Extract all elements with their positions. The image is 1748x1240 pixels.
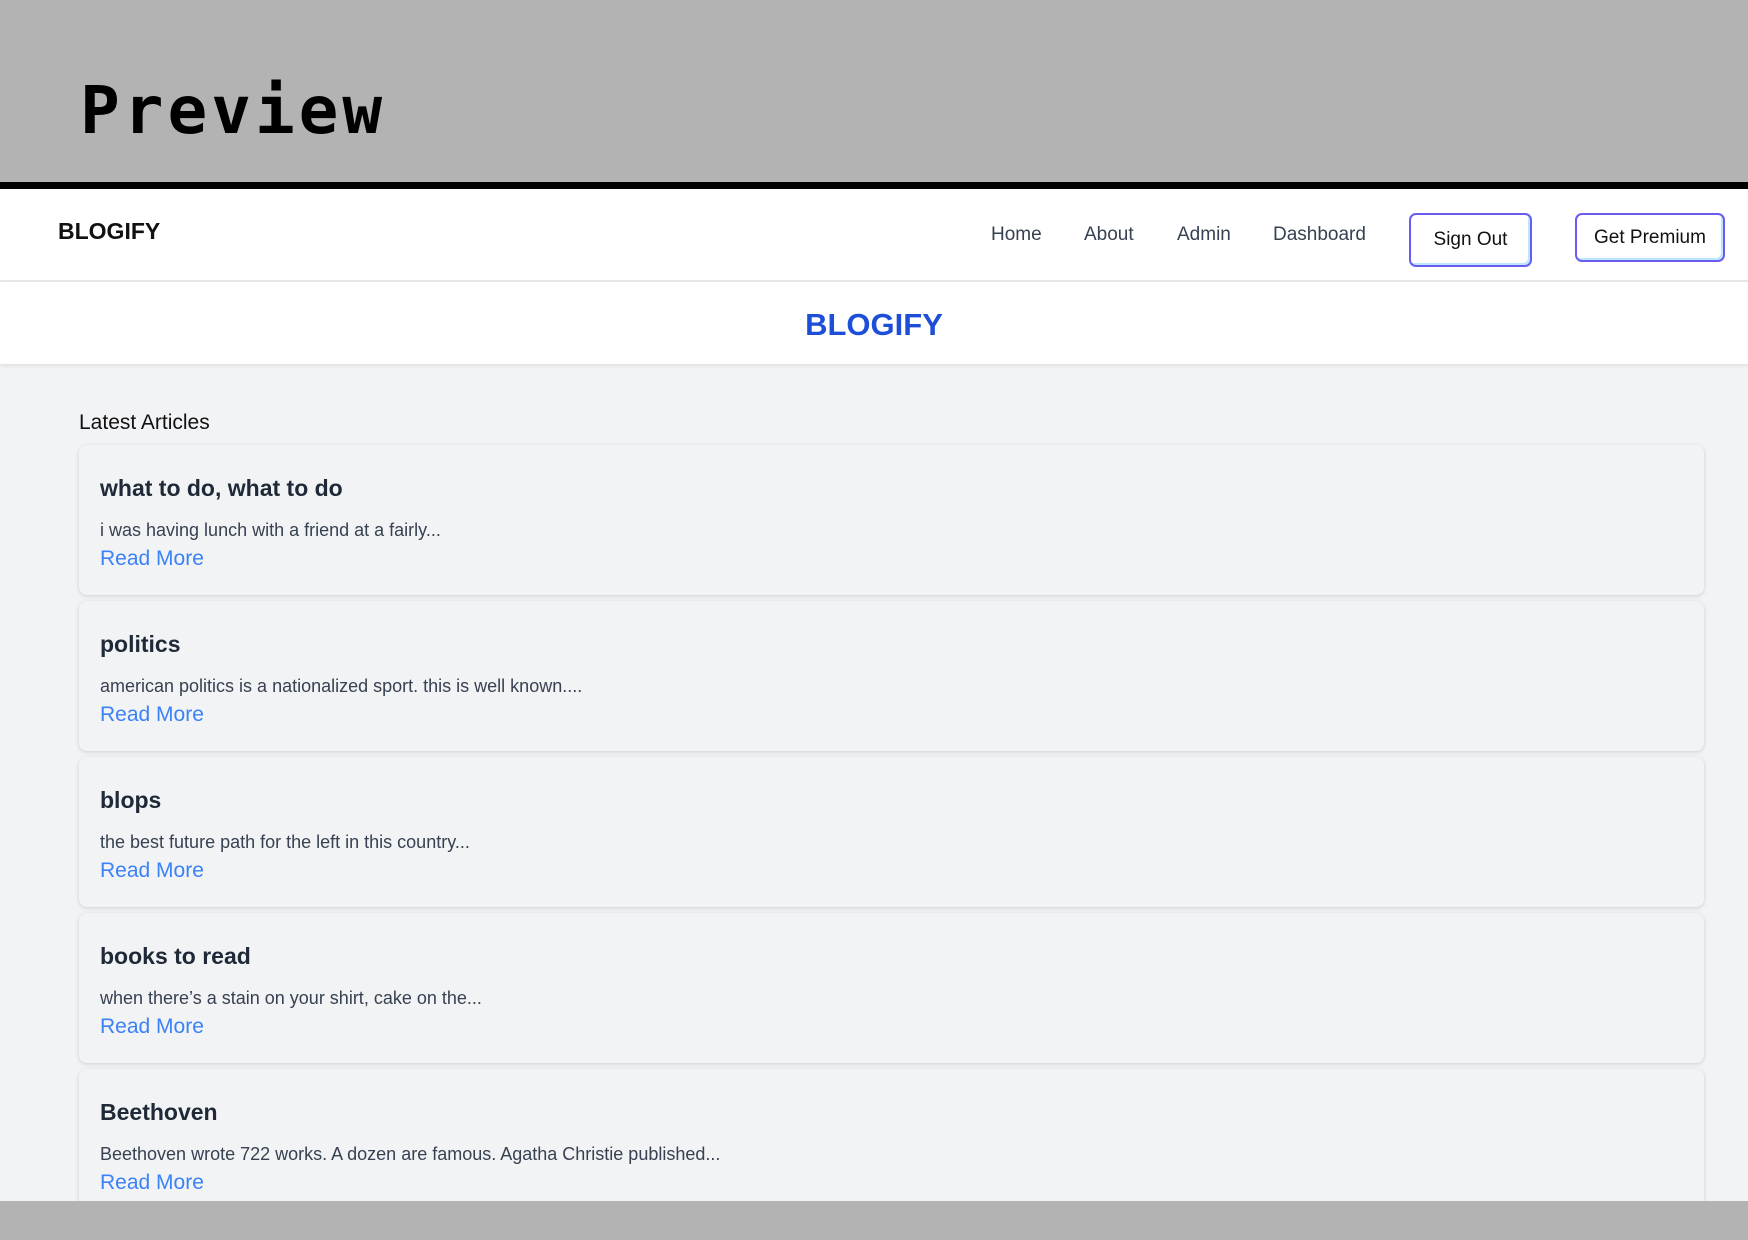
- nav-link-dashboard[interactable]: Dashboard: [1273, 225, 1366, 244]
- brand-logo[interactable]: BLOGIFY: [58, 218, 160, 245]
- article-card: what to do, what to do i was having lunc…: [79, 445, 1704, 595]
- read-more-link[interactable]: Read More: [100, 1015, 204, 1039]
- article-excerpt: american politics is a nationalized spor…: [100, 675, 583, 696]
- read-more-link[interactable]: Read More: [100, 547, 204, 571]
- nav-link-home[interactable]: Home: [991, 225, 1042, 244]
- article-excerpt: Beethoven wrote 722 works. A dozen are f…: [100, 1143, 721, 1164]
- read-more-link[interactable]: Read More: [100, 1171, 204, 1195]
- sign-out-button[interactable]: Sign Out: [1409, 213, 1532, 267]
- article-title: books to read: [100, 943, 251, 969]
- get-premium-button[interactable]: Get Premium: [1575, 213, 1725, 262]
- navbar: BLOGIFY Home About Admin Dashboard Sign …: [0, 189, 1748, 282]
- article-card: Beethoven Beethoven wrote 722 works. A d…: [79, 1069, 1704, 1201]
- read-more-link[interactable]: Read More: [100, 859, 204, 883]
- read-more-link[interactable]: Read More: [100, 703, 204, 727]
- nav-link-about[interactable]: About: [1084, 225, 1134, 244]
- nav-link-admin[interactable]: Admin: [1177, 225, 1231, 244]
- article-title: politics: [100, 631, 181, 657]
- hero-banner: BLOGIFY: [0, 282, 1748, 364]
- article-card: blops the best future path for the left …: [79, 757, 1704, 907]
- hero-title: BLOGIFY: [805, 307, 943, 342]
- preview-title: Preview: [80, 72, 387, 149]
- article-title: Beethoven: [100, 1099, 218, 1125]
- bottom-bar: [0, 1201, 1748, 1240]
- preview-banner: Preview: [0, 0, 1748, 189]
- article-list: what to do, what to do i was having lunc…: [79, 445, 1704, 1201]
- article-excerpt: the best future path for the left in thi…: [100, 831, 470, 852]
- article-excerpt: when there’s a stain on your shirt, cake…: [100, 987, 482, 1008]
- section-title: Latest Articles: [79, 411, 210, 434]
- article-card: politics american politics is a national…: [79, 601, 1704, 751]
- app-window: BLOGIFY Home About Admin Dashboard Sign …: [0, 189, 1748, 1201]
- article-title: what to do, what to do: [100, 475, 343, 501]
- article-excerpt: i was having lunch with a friend at a fa…: [100, 519, 441, 540]
- article-card: books to read when there’s a stain on yo…: [79, 913, 1704, 1063]
- article-title: blops: [100, 787, 162, 813]
